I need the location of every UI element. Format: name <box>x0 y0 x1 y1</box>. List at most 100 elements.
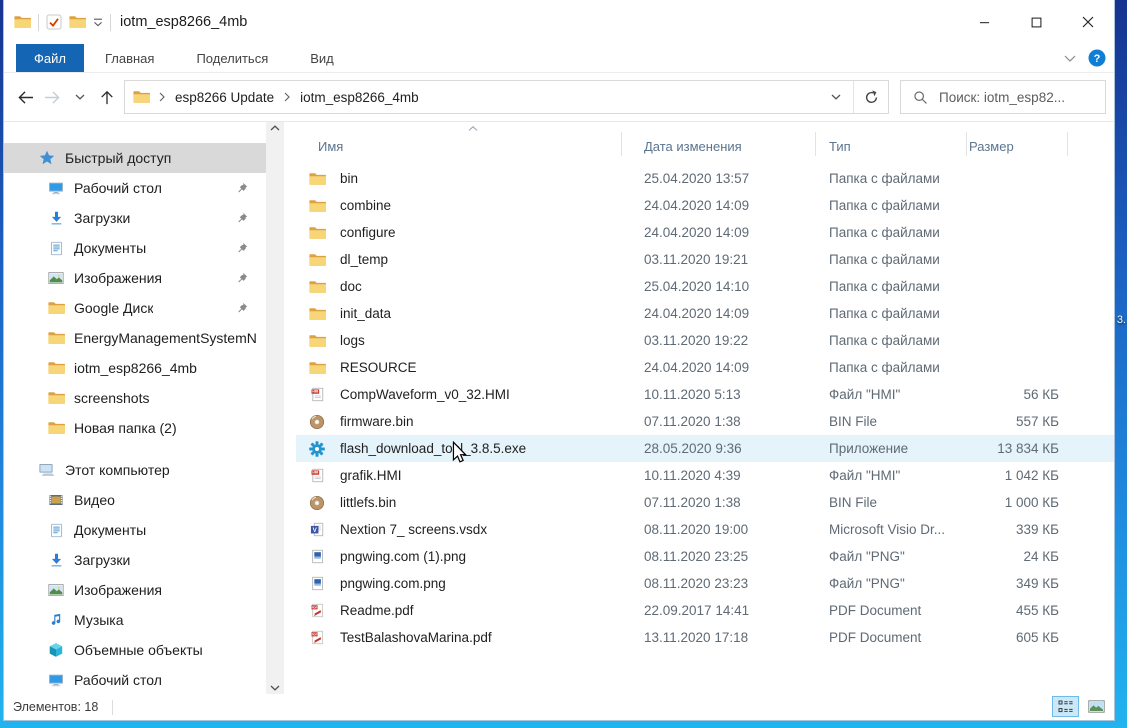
address-dropdown-button[interactable] <box>819 81 853 113</box>
up-arrow-icon <box>100 90 114 105</box>
file-type: Файл "HMI" <box>816 381 967 408</box>
sidebar-item-Музыка[interactable]: Музыка <box>4 605 266 635</box>
sidebar-section-Этот компьютер[interactable]: Этот компьютер <box>4 455 266 485</box>
file-row-grafik.HMI[interactable]: HMIgrafik.HMI10.11.2020 4:39Файл "HMI"1 … <box>296 462 1114 489</box>
file-name: RESOURCE <box>340 360 417 375</box>
file-row-pngwing.com.png[interactable]: pngwing.com.png08.11.2020 23:23Файл "PNG… <box>296 570 1114 597</box>
sidebar-item-Рабочий стол[interactable]: Рабочий стол <box>4 173 266 203</box>
file-name: logs <box>340 333 365 348</box>
folder-file-icon <box>308 199 326 213</box>
chevron-down-icon <box>831 94 841 100</box>
sidebar-section-label: Быстрый доступ <box>65 150 171 166</box>
column-header-type[interactable]: Тип <box>816 126 967 160</box>
sidebar-item-Видео[interactable]: Видео <box>4 485 266 515</box>
back-button[interactable] <box>12 82 39 112</box>
scroll-down-icon[interactable] <box>270 685 280 691</box>
new-folder-icon[interactable] <box>69 15 86 29</box>
file-name: TestBalashovaMarina.pdf <box>340 630 492 645</box>
tab-Вид[interactable]: Вид <box>289 44 355 72</box>
breadcrumb-segment[interactable]: esp8266 Update <box>174 88 275 107</box>
forward-button[interactable] <box>39 82 66 112</box>
file-type: Папка с файлами <box>816 165 967 192</box>
file-name: init_data <box>340 306 391 321</box>
file-name: littlefs.bin <box>340 495 396 510</box>
recent-locations-button[interactable] <box>66 82 93 112</box>
details-view-icon <box>1058 700 1074 713</box>
forward-arrow-icon <box>43 90 62 105</box>
file-row-combine[interactable]: combine24.04.2020 14:09Папка с файлами <box>296 192 1114 219</box>
file-row-CompWaveform_v0_32.HMI[interactable]: HMICompWaveform_v0_32.HMI10.11.2020 5:13… <box>296 381 1114 408</box>
properties-check-icon[interactable] <box>46 14 62 30</box>
tab-Главная[interactable]: Главная <box>84 44 175 72</box>
file-name: Readme.pdf <box>340 603 414 618</box>
minimize-button[interactable] <box>958 0 1010 44</box>
help-icon[interactable]: ? <box>1088 49 1106 67</box>
desktop-icon <box>46 672 66 688</box>
search-icon <box>913 90 928 105</box>
file-type: PDF Document <box>816 597 967 624</box>
window-controls <box>958 0 1114 44</box>
file-row-RESOURCE[interactable]: RESOURCE24.04.2020 14:09Папка с файлами <box>296 354 1114 381</box>
sidebar-section-Быстрый доступ[interactable]: Быстрый доступ <box>4 143 266 173</box>
column-header-name[interactable]: Имя <box>296 126 622 160</box>
search-box[interactable] <box>900 80 1106 114</box>
toolbar-divider <box>110 14 111 31</box>
file-type: Приложение <box>816 435 967 462</box>
file-date: 13.11.2020 17:18 <box>622 624 816 651</box>
sidebar-item-Загрузки[interactable]: Загрузки <box>4 203 266 233</box>
file-date: 08.11.2020 23:23 <box>622 570 816 597</box>
file-row-doc[interactable]: doc25.04.2020 14:10Папка с файлами <box>296 273 1114 300</box>
file-date: 28.05.2020 9:36 <box>622 435 816 462</box>
close-button[interactable] <box>1062 0 1114 44</box>
sidebar-item-Новая папка (2)[interactable]: Новая папка (2) <box>4 413 266 443</box>
details-view-button[interactable] <box>1052 696 1079 717</box>
file-row-bin[interactable]: bin25.04.2020 13:57Папка с файлами <box>296 165 1114 192</box>
sidebar-item-Google Диск[interactable]: Google Диск <box>4 293 266 323</box>
file-row-configure[interactable]: configure24.04.2020 14:09Папка с файлами <box>296 219 1114 246</box>
sidebar-item-Рабочий стол[interactable]: Рабочий стол <box>4 665 266 694</box>
column-header-date[interactable]: Дата изменения <box>622 126 816 160</box>
file-row-Nextion 7_ screens.vsdx[interactable]: VNextion 7_ screens.vsdx08.11.2020 19:00… <box>296 516 1114 543</box>
scroll-up-icon[interactable] <box>270 125 280 131</box>
sidebar-item-Изображения[interactable]: Изображения <box>4 263 266 293</box>
sidebar-item-screenshots[interactable]: screenshots <box>4 383 266 413</box>
sidebar-item-Загрузки[interactable]: Загрузки <box>4 545 266 575</box>
sidebar-item-Объемные объекты[interactable]: Объемные объекты <box>4 635 266 665</box>
file-row-firmware.bin[interactable]: firmware.bin07.11.2020 1:38BIN File557 К… <box>296 408 1114 435</box>
sidebar-item-label: Изображения <box>74 270 162 286</box>
file-row-TestBalashovaMarina.pdf[interactable]: PDFTestBalashovaMarina.pdf13.11.2020 17:… <box>296 624 1114 651</box>
column-header-size[interactable]: Размер <box>967 126 1068 160</box>
refresh-button[interactable] <box>854 81 888 113</box>
customize-toolbar-dropdown-icon[interactable] <box>93 18 103 27</box>
file-row-pngwing.com (1).png[interactable]: pngwing.com (1).png08.11.2020 23:25Файл … <box>296 543 1114 570</box>
thumbnails-view-button[interactable] <box>1083 696 1110 717</box>
sidebar-item-iotm_esp8266_4mb[interactable]: iotm_esp8266_4mb <box>4 353 266 383</box>
visio-file-icon: V <box>308 522 326 537</box>
file-row-flash_download_tool_3.8.5.exe[interactable]: flash_download_tool_3.8.5.exe28.05.2020 … <box>296 435 1114 462</box>
sidebar-item-EnergyManagementSystemN[interactable]: EnergyManagementSystemN <box>4 323 266 353</box>
sidebar-item-Документы[interactable]: Документы <box>4 515 266 545</box>
hmi-file-icon: HMI <box>308 468 326 483</box>
file-row-Readme.pdf[interactable]: PDFReadme.pdf22.09.2017 14:41PDF Documen… <box>296 597 1114 624</box>
svg-text:HMI: HMI <box>312 390 318 394</box>
sidebar-item-Изображения[interactable]: Изображения <box>4 575 266 605</box>
maximize-button[interactable] <box>1010 0 1062 44</box>
tab-Файл[interactable]: Файл <box>16 44 84 72</box>
file-row-logs[interactable]: logs03.11.2020 19:22Папка с файлами <box>296 327 1114 354</box>
search-input[interactable] <box>939 90 1089 105</box>
breadcrumb-chevron-icon <box>159 92 165 102</box>
sidebar-item-label: Новая папка (2) <box>74 420 177 436</box>
collapse-ribbon-chevron-icon[interactable] <box>1064 55 1076 62</box>
address-bar[interactable]: esp8266 Update iotm_esp8266_4mb <box>124 80 889 114</box>
sidebar-scrollbar[interactable] <box>266 122 284 694</box>
file-type: Папка с файлами <box>816 192 967 219</box>
tab-Поделиться[interactable]: Поделиться <box>175 44 289 72</box>
file-row-littlefs.bin[interactable]: littlefs.bin07.11.2020 1:38BIN File1 000… <box>296 489 1114 516</box>
quick-access-toolbar <box>14 14 111 31</box>
file-row-init_data[interactable]: init_data24.04.2020 14:09Папка с файлами <box>296 300 1114 327</box>
file-row-dl_temp[interactable]: dl_temp03.11.2020 19:21Папка с файлами <box>296 246 1114 273</box>
file-type: BIN File <box>816 489 967 516</box>
breadcrumb-segment[interactable]: iotm_esp8266_4mb <box>299 88 420 107</box>
up-button[interactable] <box>93 82 120 112</box>
sidebar-item-Документы[interactable]: Документы <box>4 233 266 263</box>
